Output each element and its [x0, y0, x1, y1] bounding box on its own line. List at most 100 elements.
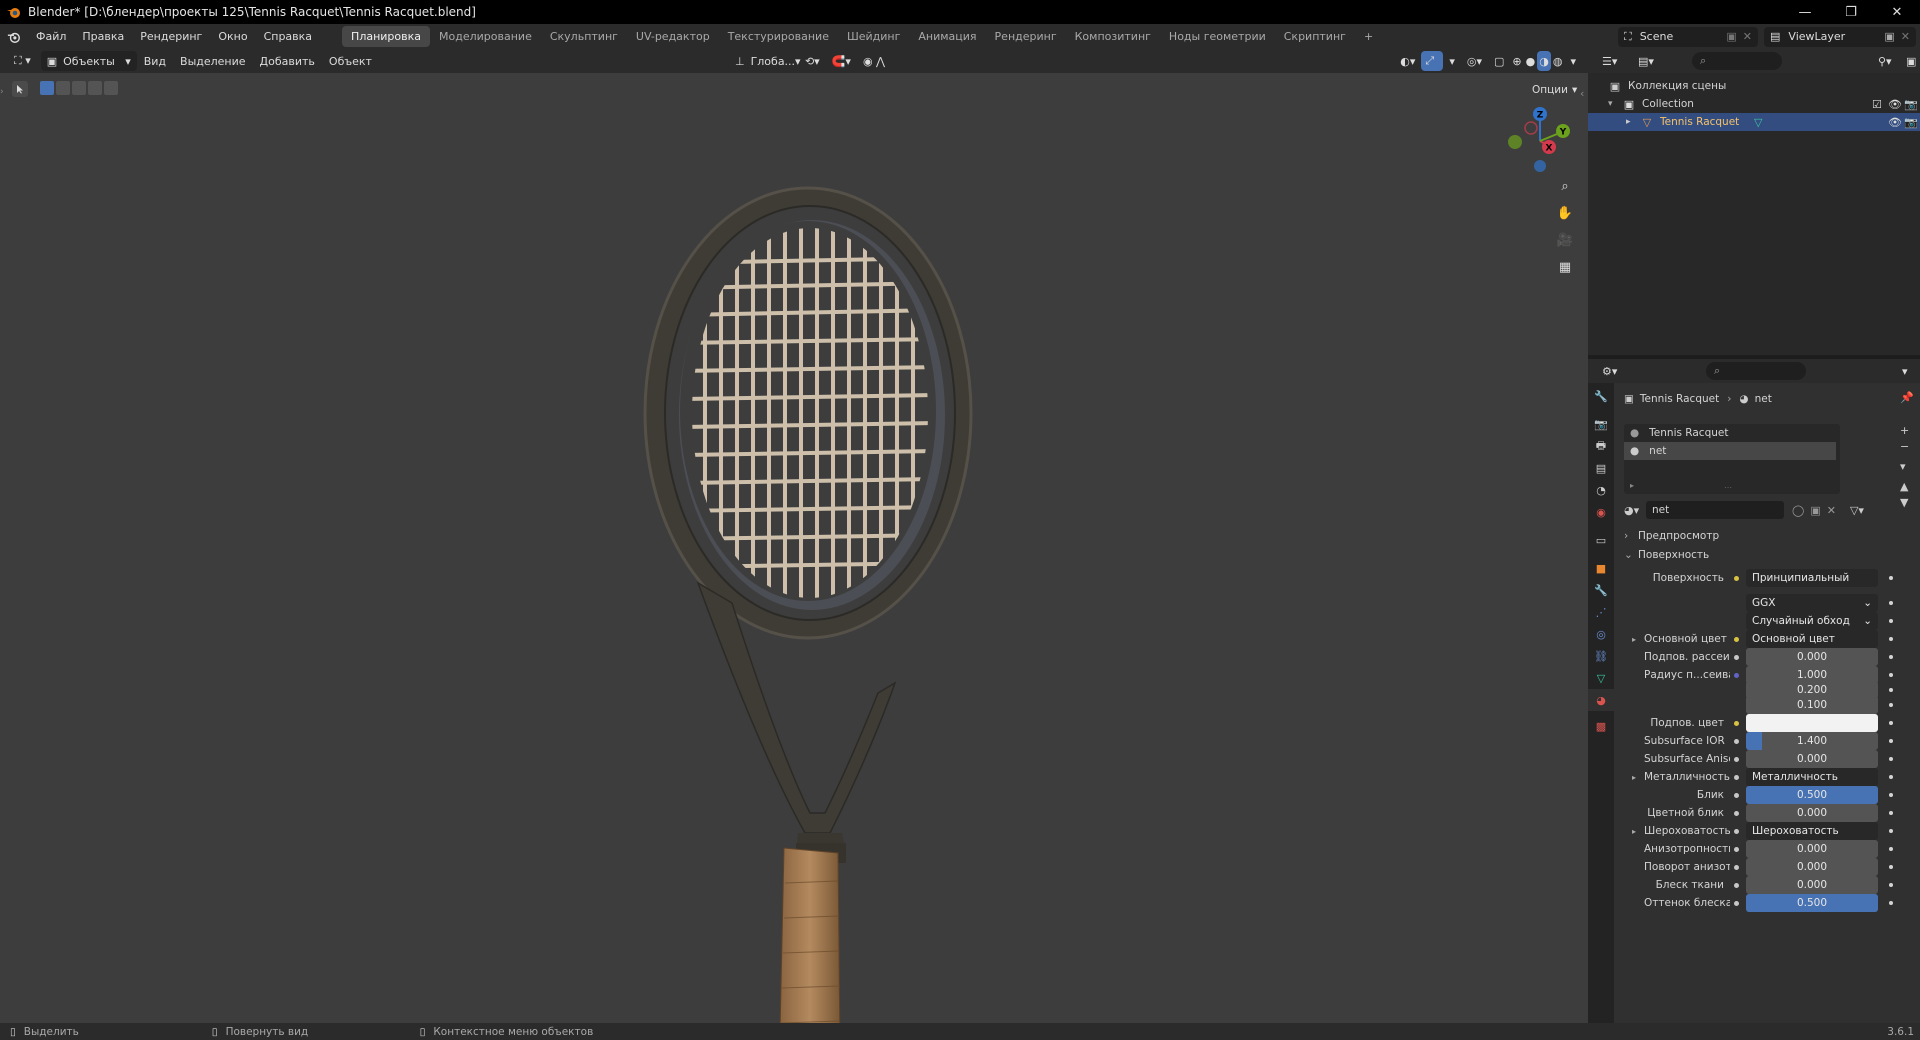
tab-compositing[interactable]: Композитинг: [1066, 26, 1160, 47]
material-shading-icon[interactable]: ◑: [1537, 51, 1551, 71]
scene-new-icon[interactable]: ▣: [1726, 30, 1736, 43]
toolbar-expand-icon[interactable]: ›: [0, 87, 4, 97]
socket-icon[interactable]: [1730, 572, 1742, 584]
socket-icon[interactable]: [1730, 651, 1742, 663]
tab-shading[interactable]: Шейдинг: [838, 26, 909, 47]
sidebar-expand-icon[interactable]: ‹: [1580, 87, 1584, 100]
gizmo-toggle-icon[interactable]: ⤢: [1421, 51, 1444, 71]
snap-icon[interactable]: 🧲▾: [826, 51, 857, 71]
tab-geometry-nodes[interactable]: Ноды геометрии: [1160, 26, 1275, 47]
tab-layout[interactable]: Планировка: [342, 26, 431, 47]
material-name-field[interactable]: net: [1646, 501, 1784, 519]
view-layer-selector[interactable]: ▤ ViewLayer ▣ ✕: [1764, 26, 1916, 47]
filter-icon[interactable]: ⚲▾: [1872, 51, 1898, 71]
object-tab-icon[interactable]: ■: [1588, 557, 1614, 579]
property-dropdown[interactable]: Случайный обход ⌄: [1746, 612, 1878, 630]
unlink-material-icon[interactable]: ✕: [1821, 504, 1836, 517]
scene-tab-icon[interactable]: ◔: [1588, 479, 1614, 501]
material-tab-icon[interactable]: ◕: [1588, 689, 1614, 711]
close-button[interactable]: ✕: [1874, 0, 1920, 24]
keyframe-icon[interactable]: [1886, 736, 1896, 746]
menu-render[interactable]: Рендеринг: [132, 24, 210, 49]
outliner-row-collection[interactable]: ▾ ▣ Collection ☑ 👁 📷: [1608, 95, 1920, 113]
scene-delete-icon[interactable]: ✕: [1743, 30, 1752, 43]
display-mode-icon[interactable]: ▤▾: [1632, 51, 1660, 71]
physics-tab-icon[interactable]: ◎: [1588, 623, 1614, 645]
remove-slot-icon[interactable]: −: [1900, 440, 1909, 453]
panel-surface[interactable]: ⌄ Поверхность: [1624, 546, 1914, 564]
move-up-icon[interactable]: ▲: [1900, 480, 1909, 493]
minimize-button[interactable]: —: [1782, 0, 1828, 24]
visibility-icon[interactable]: ◐▾: [1394, 51, 1421, 71]
numeric-slider[interactable]: 0.000: [1746, 876, 1878, 894]
keyframe-icon[interactable]: [1886, 826, 1896, 836]
keyframe-icon[interactable]: [1886, 670, 1896, 680]
collection-tab-icon[interactable]: ▭: [1588, 529, 1614, 551]
keyframe-icon[interactable]: [1886, 598, 1896, 608]
keyframe-icon[interactable]: [1886, 718, 1896, 728]
eye-icon[interactable]: 👁: [1888, 98, 1904, 111]
material-slot-item-active[interactable]: ● net: [1624, 442, 1836, 460]
add-workspace-button[interactable]: +: [1355, 26, 1382, 47]
gizmo-neg-z-axis[interactable]: [1534, 160, 1546, 172]
keyframe-icon[interactable]: [1886, 844, 1896, 854]
pivot-point-icon[interactable]: ⟲▾: [799, 51, 826, 71]
navigation-gizmo[interactable]: Z X Y: [1500, 97, 1580, 177]
socket-icon[interactable]: [1730, 807, 1742, 819]
tool-tab-icon[interactable]: 🔧: [1588, 385, 1614, 407]
proportional-edit-icon[interactable]: ◉ ⋀: [857, 51, 891, 71]
numeric-slider[interactable]: 1.400: [1746, 732, 1878, 750]
tab-animation[interactable]: Анимация: [909, 26, 985, 47]
3d-viewport[interactable]: › Опции ▾ ‹ Z X Y ⌕ ✋ 🎥 ▦: [0, 73, 1588, 1023]
socket-icon[interactable]: [1730, 861, 1742, 873]
viewport-menu-select[interactable]: Выделение: [173, 49, 253, 74]
properties-search-input[interactable]: ⌕: [1706, 362, 1806, 380]
select-intersect-icon[interactable]: [104, 81, 118, 95]
keyframe-icon[interactable]: [1886, 772, 1896, 782]
socket-icon[interactable]: [1730, 699, 1742, 711]
world-tab-icon[interactable]: ◉: [1588, 501, 1614, 523]
wireframe-shading-icon[interactable]: ⊕: [1510, 51, 1523, 71]
socket-icon[interactable]: [1730, 879, 1742, 891]
keyframe-icon[interactable]: [1886, 880, 1896, 890]
menu-window[interactable]: Окно: [210, 24, 255, 49]
socket-icon[interactable]: [1730, 843, 1742, 855]
camera-view-icon[interactable]: 🎥: [1554, 229, 1576, 251]
camera-icon[interactable]: 📷: [1904, 116, 1920, 129]
keyframe-icon[interactable]: [1886, 634, 1896, 644]
keyframe-icon[interactable]: [1886, 652, 1896, 662]
numeric-slider[interactable]: 0.500: [1746, 894, 1878, 912]
menu-edit[interactable]: Правка: [74, 24, 132, 49]
keyframe-icon[interactable]: [1886, 898, 1896, 908]
outliner-row-tennis-racquet[interactable]: ▸ ▽ Tennis Racquet ▽ 👁 📷: [1588, 113, 1920, 131]
numeric-slider[interactable]: 0.000: [1746, 648, 1878, 666]
numeric-slider[interactable]: 0.000: [1746, 858, 1878, 876]
properties-options-icon[interactable]: ▾: [1896, 361, 1914, 381]
zoom-icon[interactable]: ⌕: [1554, 175, 1576, 197]
menu-help[interactable]: Справка: [256, 24, 320, 49]
scene-selector[interactable]: ⛶ Scene ▣ ✕: [1618, 26, 1758, 47]
pin-icon[interactable]: 📌: [1900, 391, 1914, 404]
socket-icon[interactable]: [1730, 633, 1742, 645]
view-layer-delete-icon[interactable]: ✕: [1901, 30, 1910, 43]
eye-icon[interactable]: 👁: [1888, 116, 1904, 129]
tab-sculpting[interactable]: Скульптинг: [541, 26, 627, 47]
numeric-slider[interactable]: 0.500: [1746, 786, 1878, 804]
keyframe-icon[interactable]: [1886, 616, 1896, 626]
material-browse-icon[interactable]: ◕▾: [1624, 504, 1646, 517]
socket-icon[interactable]: [1730, 597, 1742, 609]
overlay-icon[interactable]: ◎▾: [1461, 51, 1488, 71]
numeric-slider[interactable]: 0.100: [1746, 696, 1878, 714]
solid-shading-icon[interactable]: ●: [1524, 51, 1538, 71]
keyframe-icon[interactable]: [1886, 685, 1896, 695]
expand-arrow-icon[interactable]: ▾: [1608, 99, 1622, 109]
fake-user-icon[interactable]: ◯: [1784, 504, 1804, 517]
panel-preview[interactable]: › Предпросмотр: [1624, 527, 1914, 545]
maximize-button[interactable]: ❐: [1828, 0, 1874, 24]
modifier-tab-icon[interactable]: 🔧: [1588, 579, 1614, 601]
duplicate-material-icon[interactable]: ▣: [1804, 504, 1820, 517]
select-invert-icon[interactable]: [88, 81, 102, 95]
mesh-data-icon[interactable]: ▽: [1754, 116, 1888, 129]
mode-selector[interactable]: ▣ Объекты ▾: [40, 51, 137, 71]
rendered-shading-icon[interactable]: ◍: [1551, 51, 1565, 71]
